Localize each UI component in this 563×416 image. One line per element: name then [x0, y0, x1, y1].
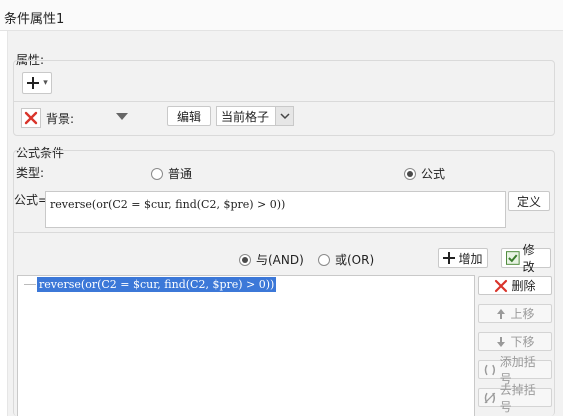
tree-connector [24, 284, 36, 285]
chevron-down-icon: ▾ [43, 78, 48, 88]
delete-label: 删除 [511, 279, 536, 293]
logic-or-label: 或(OR) [335, 253, 375, 267]
window-titlebar [0, 0, 563, 31]
window-title: 条件属性1 [4, 12, 65, 27]
move-up-label: 上移 [510, 307, 535, 321]
background-label: 背景: [46, 112, 75, 126]
radio-normal[interactable] [151, 167, 163, 180]
remove-brackets-icon [484, 392, 496, 403]
formula-divider [13, 232, 555, 233]
define-button[interactable]: 定义 [508, 191, 550, 211]
arrow-up-icon [497, 308, 506, 319]
move-down-button[interactable]: 下移 [478, 332, 552, 351]
formula-label: 公式= [14, 193, 49, 207]
plus-icon [443, 252, 456, 264]
add-attribute-button[interactable]: ▾ [22, 72, 52, 94]
add-bracket-button[interactable]: 添加括号 [478, 355, 552, 386]
remove-bracket-button[interactable]: 去掉括号 [478, 383, 552, 414]
edit-button[interactable]: 编辑 [167, 106, 211, 126]
radio-or[interactable] [318, 253, 330, 266]
condition-list-item[interactable]: reverse(or(C2 = $cur, find(C2, $pre) > 0… [37, 277, 277, 292]
delete-button[interactable]: 删除 [478, 276, 552, 295]
modify-condition-button[interactable]: 修改 [501, 243, 551, 274]
chevron-down-icon [279, 113, 290, 120]
type-label: 类型: [16, 166, 45, 180]
type-option-normal[interactable]: 普通 [151, 165, 192, 182]
radio-and[interactable] [239, 253, 251, 266]
scope-dropdown-button[interactable] [275, 107, 293, 125]
plus-icon [27, 77, 40, 89]
close-red-icon [495, 279, 508, 292]
arrow-down-icon [497, 336, 506, 347]
add-condition-button[interactable]: 增加 [438, 248, 488, 268]
remove-background-button[interactable] [21, 108, 41, 128]
background-dropdown-arrow-icon[interactable] [116, 113, 128, 120]
attributes-divider [13, 101, 555, 102]
logic-or-option[interactable]: 或(OR) [318, 251, 374, 268]
condition-list[interactable]: reverse(or(C2 = $cur, find(C2, $pre) > 0… [17, 275, 475, 416]
move-down-label: 下移 [510, 335, 535, 349]
logic-and-label: 与(AND) [256, 253, 304, 267]
modify-icon [506, 251, 520, 265]
scope-select[interactable]: 当前格子 [216, 106, 294, 126]
type-option-formula-label: 公式 [421, 167, 446, 181]
radio-formula[interactable] [404, 167, 416, 180]
scope-select-value: 当前格子 [221, 109, 270, 124]
modify-condition-label: 修改 [522, 243, 535, 274]
type-option-normal-label: 普通 [168, 167, 193, 181]
remove-bracket-label: 去掉括号 [499, 382, 536, 414]
formula-input[interactable]: reverse(or(C2 = $cur, find(C2, $pre) > 0… [45, 191, 506, 228]
brackets-icon [484, 364, 496, 375]
logic-and-option[interactable]: 与(AND) [239, 251, 304, 268]
type-option-formula[interactable]: 公式 [404, 165, 445, 182]
close-red-icon [24, 111, 38, 125]
add-condition-label: 增加 [458, 251, 483, 266]
move-up-button[interactable]: 上移 [478, 304, 552, 323]
